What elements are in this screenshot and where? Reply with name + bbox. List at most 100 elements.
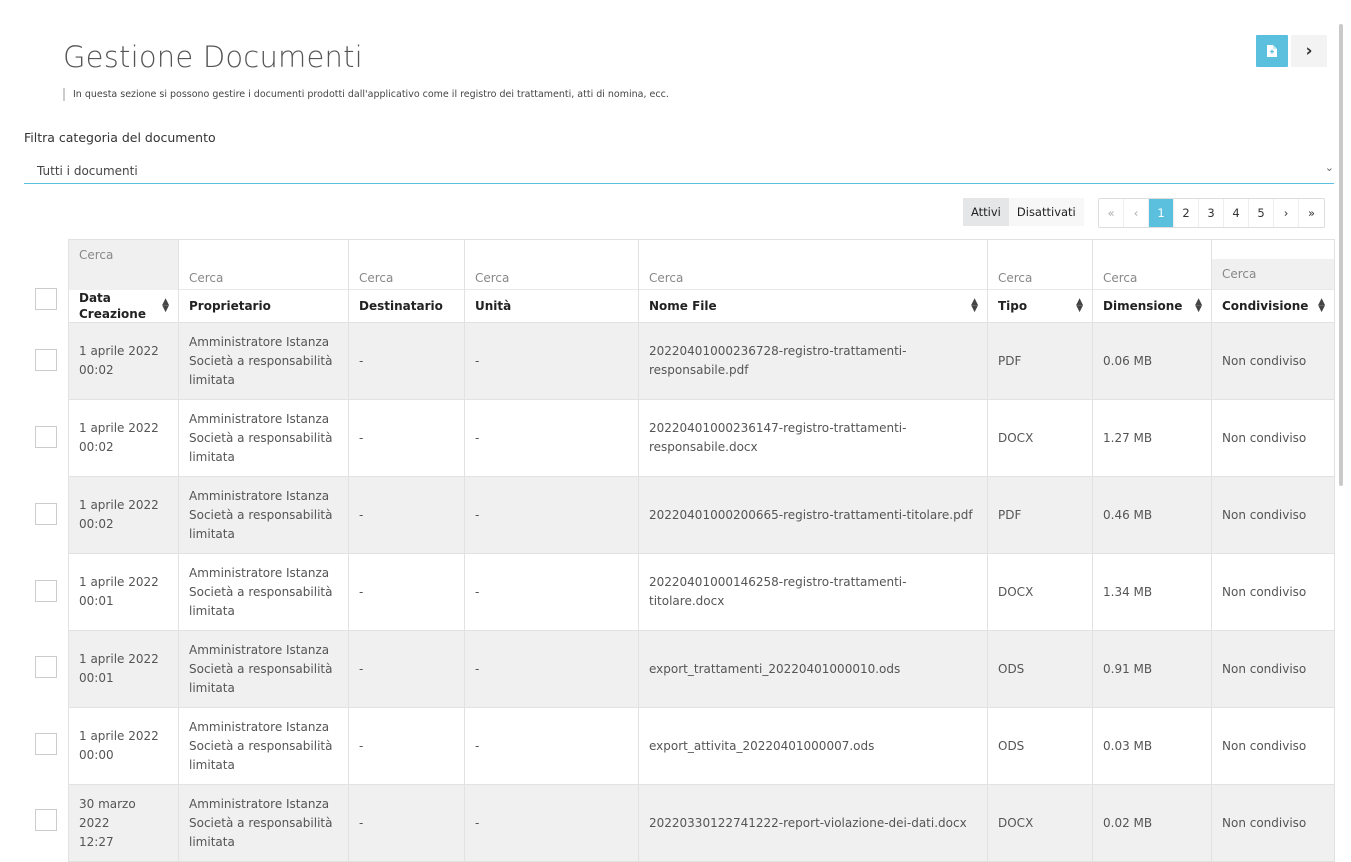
column-header-size[interactable]: Dimensione ▲ ▼ [1092, 289, 1212, 323]
search-filename-input[interactable]: Cerca [638, 239, 988, 290]
cell-filename[interactable]: 20220330122741222-report-violazione-dei-… [638, 784, 988, 862]
date-text: 30 marzo 2022 [79, 796, 136, 830]
column-header-label: Proprietario [189, 299, 271, 313]
cell-sharing: Non condiviso [1211, 476, 1335, 554]
cell-owner: Amministratore Istanza Società a respons… [178, 707, 349, 785]
page-button-1[interactable]: 1 [1149, 199, 1174, 227]
sort-icon: ▲ ▼ [162, 296, 169, 314]
cell-unit: - [464, 707, 639, 785]
inactive-filter-button[interactable]: Disattivati [1008, 198, 1084, 226]
column-header-label: Nome File [649, 299, 717, 313]
cell-unit: - [464, 476, 639, 554]
cell-owner: Amministratore Istanza Società a respons… [178, 476, 349, 554]
column-header-date[interactable]: Data Creazione ▲ ▼ [68, 289, 179, 323]
cell-filename[interactable]: 20220401000146258-registro-trattamenti-t… [638, 553, 988, 631]
cell-owner: Amministratore Istanza Società a respons… [178, 399, 349, 477]
column-header-label: Destinatario [359, 299, 443, 313]
row-checkbox[interactable] [35, 733, 57, 755]
row-checkbox[interactable] [35, 580, 57, 602]
next-button[interactable]: › [1291, 35, 1327, 67]
cell-sharing: Non condiviso [1211, 322, 1335, 400]
cell-filename[interactable]: export_attivita_20220401000007.ods [638, 707, 988, 785]
cell-filename[interactable]: 20220401000236147-registro-trattamenti-r… [638, 399, 988, 477]
cell-type: ODS [987, 707, 1093, 785]
table-row[interactable]: 1 aprile 2022 00:01 Amministratore Istanz… [68, 553, 1335, 631]
row-checkbox[interactable] [35, 426, 57, 448]
state-toggle: Attivi Disattivati [963, 198, 1084, 226]
cell-unit: - [464, 399, 639, 477]
time-text: 00:02 [79, 440, 114, 454]
new-document-button[interactable] [1256, 35, 1288, 67]
first-page-button[interactable]: « [1099, 199, 1124, 227]
cell-type: DOCX [987, 784, 1093, 862]
next-page-button[interactable]: › [1274, 199, 1299, 227]
table-row[interactable]: 1 aprile 2022 00:00 Amministratore Istanz… [68, 707, 1335, 785]
column-header-sharing[interactable]: Condivisione ▲ ▼ [1211, 289, 1335, 323]
table-row[interactable]: 1 aprile 2022 00:02 Amministratore Istanz… [68, 476, 1335, 554]
cell-filename[interactable]: 20220401000200665-registro-trattamenti-t… [638, 476, 988, 554]
column-header-label: Unità [475, 299, 512, 313]
select-all-checkbox[interactable] [35, 288, 57, 310]
cell-recipient: - [348, 476, 465, 554]
column-header-label: Tipo [998, 299, 1028, 313]
column-header-filename[interactable]: Nome File ▲ ▼ [638, 289, 988, 323]
row-checkbox[interactable] [35, 503, 57, 525]
date-text: 1 aprile 2022 [79, 652, 159, 666]
row-checkbox[interactable] [35, 656, 57, 678]
row-checkbox[interactable] [35, 349, 57, 371]
last-page-button[interactable]: » [1299, 199, 1324, 227]
time-text: 00:00 [79, 748, 114, 762]
cell-size: 0.03 MB [1092, 707, 1212, 785]
search-unit-input[interactable]: Cerca [464, 239, 639, 290]
page-button-3[interactable]: 3 [1199, 199, 1224, 227]
cell-unit: - [464, 630, 639, 708]
cell-owner: Amministratore Istanza Società a respons… [178, 630, 349, 708]
cell-date: 1 aprile 2022 00:01 [68, 553, 179, 631]
cell-size: 0.91 MB [1092, 630, 1212, 708]
search-owner-input[interactable]: Cerca [178, 239, 349, 290]
search-type-input[interactable]: Cerca [987, 239, 1093, 290]
date-text: 1 aprile 2022 [79, 575, 159, 589]
cell-filename[interactable]: export_trattamenti_20220401000010.ods [638, 630, 988, 708]
time-text: 00:02 [79, 363, 114, 377]
cell-date: 1 aprile 2022 00:01 [68, 630, 179, 708]
table-row[interactable]: 30 marzo 2022 12:27 Amministratore Istanz… [68, 784, 1335, 862]
search-recipient-input[interactable]: Cerca [348, 239, 465, 290]
cell-size: 0.02 MB [1092, 784, 1212, 862]
table-row[interactable]: 1 aprile 2022 00:01 Amministratore Istanz… [68, 630, 1335, 708]
date-text: 1 aprile 2022 [79, 344, 159, 358]
cell-unit: - [464, 553, 639, 631]
sort-icon: ▲ ▼ [1195, 297, 1202, 314]
pagination: « ‹ 1 2 3 4 5 › » [1098, 198, 1325, 228]
page-button-4[interactable]: 4 [1224, 199, 1249, 227]
table-row[interactable]: 1 aprile 2022 00:02 Amministratore Istanz… [68, 399, 1335, 477]
cell-recipient: - [348, 399, 465, 477]
cell-recipient: - [348, 707, 465, 785]
category-filter-select[interactable]: Tutti i documenti ⌄ [24, 160, 1334, 184]
row-checkbox[interactable] [35, 809, 57, 831]
column-header-label: Data Creazione [79, 290, 146, 321]
column-header-owner: Proprietario [178, 289, 349, 323]
category-filter-value: Tutti i documenti [37, 164, 138, 178]
cell-type: DOCX [987, 553, 1093, 631]
cell-unit: - [464, 322, 639, 400]
search-sharing-input[interactable]: Cerca [1212, 259, 1334, 289]
cell-type: PDF [987, 322, 1093, 400]
cell-type: DOCX [987, 399, 1093, 477]
page-button-5[interactable]: 5 [1249, 199, 1274, 227]
table-row[interactable]: 1 aprile 2022 00:02 Amministratore Istanz… [68, 322, 1335, 400]
search-size-input[interactable]: Cerca [1092, 239, 1212, 290]
page-button-2[interactable]: 2 [1174, 199, 1199, 227]
cell-sharing: Non condiviso [1211, 784, 1335, 862]
cell-sharing: Non condiviso [1211, 399, 1335, 477]
active-filter-button[interactable]: Attivi [963, 198, 1009, 226]
column-header-type[interactable]: Tipo ▲ ▼ [987, 289, 1093, 323]
sort-icon: ▲ ▼ [1076, 297, 1083, 314]
cell-date: 1 aprile 2022 00:00 [68, 707, 179, 785]
sort-icon: ▲ ▼ [971, 297, 978, 314]
search-date-input[interactable]: Cerca [68, 239, 179, 290]
prev-page-button[interactable]: ‹ [1124, 199, 1149, 227]
column-header-recipient: Destinatario [348, 289, 465, 323]
cell-filename[interactable]: 20220401000236728-registro-trattamenti-r… [638, 322, 988, 400]
vertical-scrollbar[interactable] [1339, 24, 1343, 486]
